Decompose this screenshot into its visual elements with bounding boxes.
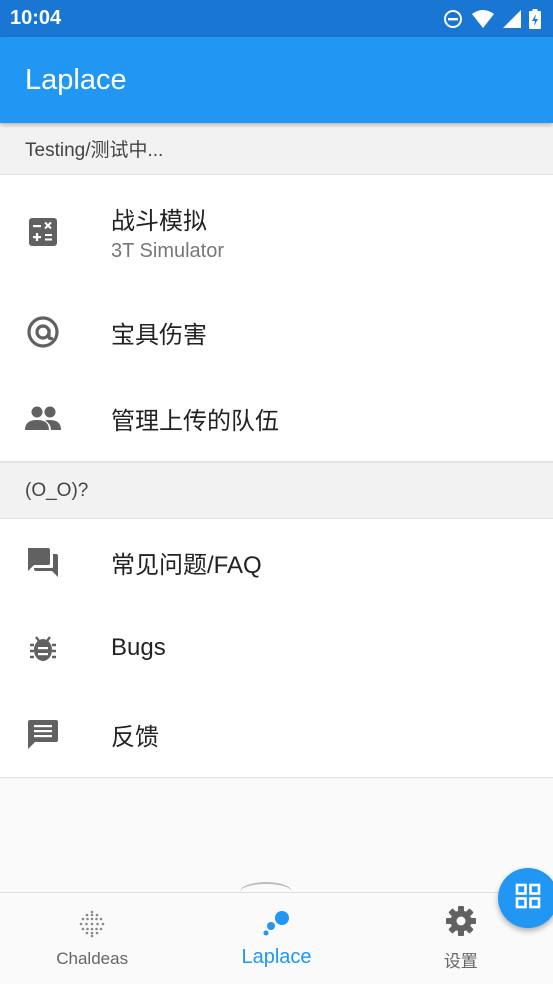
item-texts: 反馈	[111, 717, 159, 752]
item-title: 反馈	[111, 723, 159, 751]
bug-icon	[25, 630, 61, 666]
nav-item-laplace[interactable]: Laplace	[184, 893, 368, 984]
item-texts: 战斗模拟 3T Simulator	[111, 201, 224, 263]
people-icon	[25, 400, 61, 436]
at-sign-icon	[25, 314, 61, 350]
testing-list: 战斗模拟 3T Simulator 宝具伤害 管理上传的队伍	[0, 175, 553, 462]
section-header-testing: Testing/测试中...	[0, 123, 553, 175]
decorative-arc	[240, 882, 292, 902]
nav-label: Chaldeas	[56, 948, 129, 968]
list-item-faq[interactable]: 常见问题/FAQ	[0, 519, 553, 605]
item-title: 宝具伤害	[111, 321, 207, 349]
status-icons	[443, 8, 541, 29]
list-item-feedback[interactable]: 反馈	[0, 691, 553, 777]
item-subtitle: 3T Simulator	[111, 240, 225, 262]
item-texts: 宝具伤害	[111, 315, 207, 350]
nav-label: 设置	[443, 952, 478, 971]
list-item-battle-simulator[interactable]: 战斗模拟 3T Simulator	[0, 175, 553, 289]
item-texts: 管理上传的队伍	[111, 401, 279, 436]
battery-icon	[529, 8, 541, 29]
list-item-manage-teams[interactable]: 管理上传的队伍	[0, 375, 553, 461]
list-item-np-damage[interactable]: 宝具伤害	[0, 289, 553, 375]
laplace-dots-icon	[261, 908, 291, 940]
dot-globe-icon	[77, 909, 107, 943]
status-time: 10:04	[10, 7, 62, 29]
content: Testing/测试中... 战斗模拟 3T Simulator 宝具伤害 管理…	[0, 123, 553, 778]
item-title: 战斗模拟	[111, 208, 207, 235]
screen: 10:04 Laplace Testing/测试中... 战斗模拟 3T Sim…	[0, 0, 553, 984]
status-bar: 10:04	[0, 0, 553, 37]
gear-icon	[445, 905, 477, 941]
item-title: 常见问题/FAQ	[111, 551, 262, 579]
item-texts: Bugs	[111, 634, 166, 662]
nav-item-chaldeas[interactable]: Chaldeas	[0, 893, 184, 984]
misc-list: 常见问题/FAQ Bugs 反馈	[0, 519, 553, 778]
grid-fab-button[interactable]	[498, 868, 553, 928]
feedback-icon	[25, 716, 61, 752]
signal-icon	[503, 9, 521, 28]
app-title: Laplace	[25, 63, 127, 96]
item-title: Bugs	[111, 634, 166, 661]
section-header-misc: (O_O)?	[0, 462, 553, 519]
calculator-icon	[25, 214, 61, 250]
do-not-disturb-icon	[443, 9, 463, 29]
grid-icon	[515, 883, 541, 913]
forum-icon	[25, 544, 61, 580]
app-bar: Laplace	[0, 37, 553, 123]
item-texts: 常见问题/FAQ	[111, 545, 262, 580]
wifi-icon	[471, 9, 495, 29]
bottom-nav: Chaldeas Laplace 设置	[0, 892, 553, 984]
list-item-bugs[interactable]: Bugs	[0, 605, 553, 691]
nav-label: Laplace	[241, 946, 312, 968]
item-title: 管理上传的队伍	[111, 407, 279, 435]
